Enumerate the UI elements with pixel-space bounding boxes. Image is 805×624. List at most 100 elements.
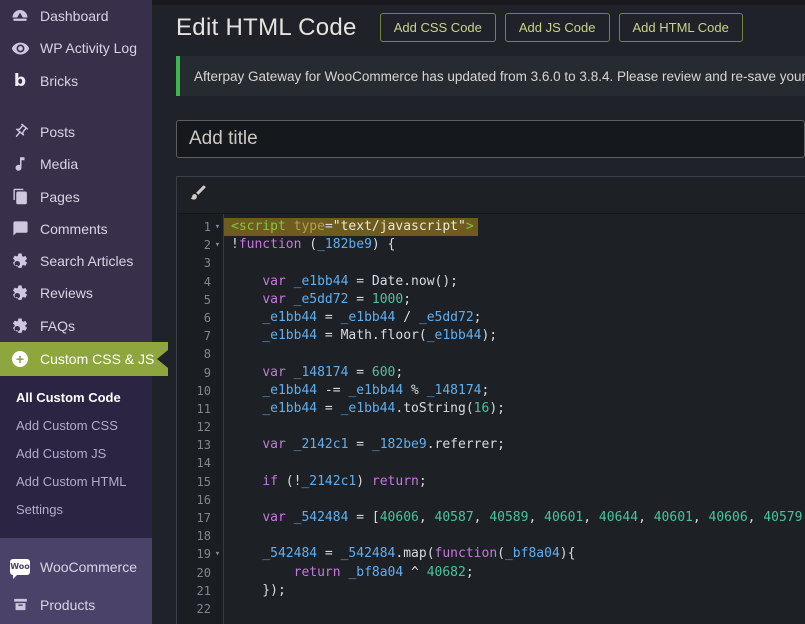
code-line[interactable]: 18 (177, 527, 805, 545)
sidebar-item-media[interactable]: Media (0, 148, 152, 180)
code-line[interactable]: 3 (177, 254, 805, 272)
code-line[interactable]: 19▾ _542484 = _542484.map(function(_bf8a… (177, 545, 805, 563)
code-line[interactable]: 12 (177, 418, 805, 436)
code-text: !function (_182be9) { (224, 236, 399, 254)
submenu-item-add-custom-html[interactable]: Add Custom HTML (0, 468, 152, 496)
fold-toggle-icon[interactable]: ▾ (211, 545, 224, 563)
brush-icon[interactable] (189, 183, 208, 207)
code-lines: 1▾<script type="text/javascript">2▾!func… (177, 218, 805, 618)
sidebar-item-faqs[interactable]: FAQs (0, 310, 152, 342)
code-area[interactable]: 1▾<script type="text/javascript">2▾!func… (177, 214, 805, 624)
code-line[interactable]: 10 _e1bb44 -= _e1bb44 % _148174; (177, 382, 805, 400)
fold-spacer (211, 473, 224, 491)
menu-separator (0, 97, 152, 116)
code-line[interactable]: 2▾!function (_182be9) { (177, 236, 805, 254)
code-line[interactable]: 11 _e1bb44 = _e1bb44.toString(16); (177, 400, 805, 418)
line-number: 11 (177, 400, 224, 418)
code-text: var _e1bb44 = Date.now(); (224, 273, 462, 291)
sidebar-item-posts[interactable]: Posts (0, 116, 152, 148)
page-header: Edit HTML Code Add CSS Code Add JS Code … (152, 5, 805, 42)
line-number: 19▾ (177, 545, 224, 563)
submenu-item-settings[interactable]: Settings (0, 496, 152, 524)
woo-badge-icon: Woo (10, 557, 30, 577)
admin-content: Edit HTML Code Add CSS Code Add JS Code … (152, 0, 805, 624)
line-number: 6 (177, 309, 224, 327)
line-number: 1▾ (177, 218, 224, 236)
fold-toggle-icon[interactable]: ▾ (211, 236, 224, 254)
admin-sidebar: Dashboard WP Activity Log b Bricks Posts… (0, 0, 152, 624)
bricks-icon: b (10, 71, 30, 91)
code-line[interactable]: 22 (177, 600, 805, 618)
line-number: 9 (177, 364, 224, 382)
code-text (224, 345, 235, 363)
current-menu-arrow (157, 350, 168, 368)
comment-icon (10, 219, 30, 239)
sidebar-item-reviews[interactable]: Reviews (0, 277, 152, 309)
code-text (224, 454, 235, 472)
fold-spacer (211, 582, 224, 600)
sidebar-item-label: WooCommerce (40, 559, 137, 575)
code-line[interactable]: 13 var _2142c1 = _182be9.referrer; (177, 436, 805, 454)
add-js-code-button[interactable]: Add JS Code (505, 13, 610, 42)
pin-icon (10, 122, 30, 142)
submenu-item-add-custom-js[interactable]: Add Custom JS (0, 440, 152, 468)
sidebar-item-woocommerce[interactable]: Woo WooCommerce (0, 548, 152, 586)
sidebar-item-bricks[interactable]: b Bricks (0, 65, 152, 97)
sidebar-item-label: Reviews (40, 285, 93, 301)
fold-toggle-icon[interactable]: ▾ (211, 218, 224, 236)
sidebar-item-search-articles[interactable]: Search Articles (0, 245, 152, 277)
code-text (224, 527, 235, 545)
code-line[interactable]: 8 (177, 345, 805, 363)
sidebar-item-custom-css-js[interactable]: + Custom CSS & JS (0, 342, 168, 376)
code-line[interactable]: 17 var _542484 = [40606, 40587, 40589, 4… (177, 509, 805, 527)
code-line[interactable]: 5 var _e5dd72 = 1000; (177, 291, 805, 309)
add-html-code-button[interactable]: Add HTML Code (619, 13, 743, 42)
fold-spacer (211, 291, 224, 309)
line-number: 2▾ (177, 236, 224, 254)
fold-spacer (211, 254, 224, 272)
code-line[interactable]: 7 _e1bb44 = Math.floor(_e1bb44); (177, 327, 805, 345)
dashboard-icon (10, 6, 30, 26)
sidebar-item-products[interactable]: Products (0, 586, 152, 624)
code-text: }); (224, 582, 290, 600)
wp-admin-page: Dashboard WP Activity Log b Bricks Posts… (0, 0, 805, 624)
line-number: 7 (177, 327, 224, 345)
code-line[interactable]: 15 if (!_2142c1) return; (177, 473, 805, 491)
code-line[interactable]: 16 (177, 491, 805, 509)
code-line[interactable]: 4 var _e1bb44 = Date.now(); (177, 273, 805, 291)
code-text (224, 600, 235, 618)
code-line[interactable]: 14 (177, 454, 805, 472)
code-text: return _bf8a04 ^ 40682; (224, 564, 478, 582)
sidebar-item-label: Media (40, 156, 78, 172)
code-line[interactable]: 9 var _148174 = 600; (177, 364, 805, 382)
title-input[interactable] (176, 120, 805, 158)
line-number: 12 (177, 418, 224, 436)
gear-icon (10, 283, 30, 303)
archive-box-icon (10, 595, 30, 615)
sidebar-item-dashboard[interactable]: Dashboard (0, 0, 152, 32)
code-line[interactable]: 1▾<script type="text/javascript"> (177, 218, 805, 236)
sidebar-item-comments[interactable]: Comments (0, 213, 152, 245)
submenu-item-all-custom-code[interactable]: All Custom Code (0, 384, 152, 412)
custom-css-js-submenu: All Custom Code Add Custom CSS Add Custo… (0, 376, 152, 538)
sidebar-item-label: Pages (40, 189, 80, 205)
fold-spacer (211, 491, 224, 509)
update-notice: Afterpay Gateway for WooCommerce has upd… (176, 56, 805, 96)
add-css-code-button[interactable]: Add CSS Code (380, 13, 496, 42)
fold-spacer (211, 527, 224, 545)
submenu-item-add-custom-css[interactable]: Add Custom CSS (0, 412, 152, 440)
code-line[interactable]: 21 }); (177, 582, 805, 600)
code-line[interactable]: 20 return _bf8a04 ^ 40682; (177, 564, 805, 582)
sidebar-item-wp-activity-log[interactable]: WP Activity Log (0, 32, 152, 64)
line-number: 13 (177, 436, 224, 454)
code-line[interactable]: 6 _e1bb44 = _e1bb44 / _e5dd72; (177, 309, 805, 327)
page-title: Edit HTML Code (176, 14, 357, 42)
line-number: 15 (177, 473, 224, 491)
line-number: 4 (177, 273, 224, 291)
line-number: 18 (177, 527, 224, 545)
sidebar-item-label: Bricks (40, 73, 78, 89)
code-text (224, 418, 235, 436)
code-text: var _2142c1 = _182be9.referrer; (224, 436, 509, 454)
sidebar-item-pages[interactable]: Pages (0, 180, 152, 212)
line-number: 5 (177, 291, 224, 309)
